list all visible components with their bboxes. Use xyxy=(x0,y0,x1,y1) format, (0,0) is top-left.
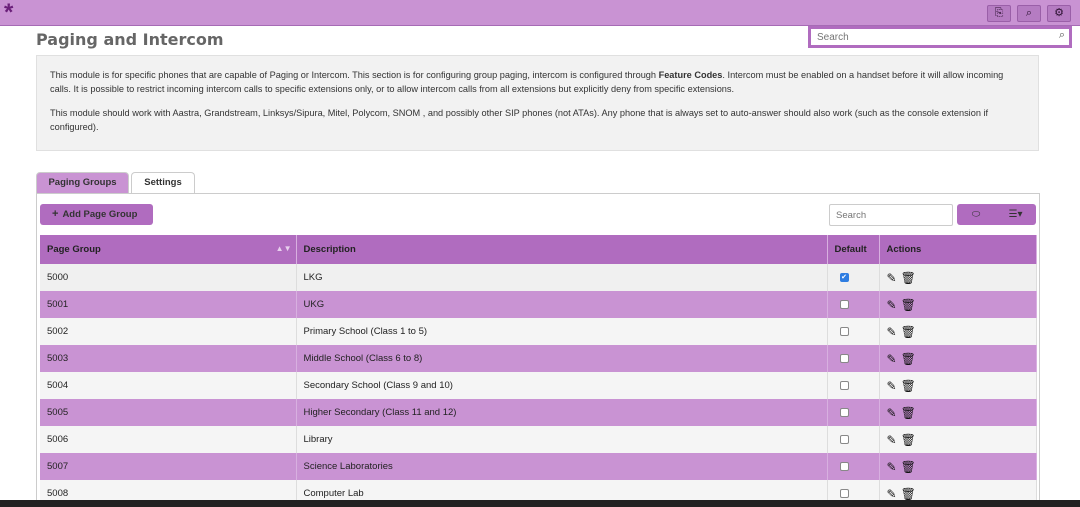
page-group-cell: 5000 xyxy=(40,264,297,291)
table-row: 5007 Science Laboratories ✎ 🗑 xyxy=(40,453,1037,480)
page-group-cell: 5002 xyxy=(40,318,297,345)
description-cell: Science Laboratories xyxy=(296,453,828,480)
top-navbar: * ⎘ ⌕ ⚙ xyxy=(0,0,1080,26)
default-cell xyxy=(827,453,880,480)
add-page-group-button[interactable]: + Add Page Group xyxy=(40,204,153,225)
description-cell: Secondary School (Class 9 and 10) xyxy=(296,372,828,399)
table-row: 5003 Middle School (Class 6 to 8) ✎ 🗑 xyxy=(40,345,1037,372)
description-cell: UKG xyxy=(296,291,828,318)
tab-settings[interactable]: Settings xyxy=(131,172,195,194)
table-row: 5004 Secondary School (Class 9 and 10) ✎ 🗑 xyxy=(40,372,1037,399)
description-paragraph-2: This module should work with Aastra, Gra… xyxy=(50,108,989,132)
default-checkbox[interactable] xyxy=(839,461,849,471)
actions-cell: ✎ 🗑 xyxy=(879,264,1037,291)
tab-paging-groups[interactable]: Paging Groups xyxy=(36,172,129,194)
module-description: This module is for specific phones that … xyxy=(36,55,1039,151)
default-checkbox[interactable] xyxy=(839,488,849,498)
description-cell: Higher Secondary (Class 11 and 12) xyxy=(296,399,828,426)
edit-icon[interactable]: ✎ xyxy=(887,406,897,420)
edit-icon[interactable]: ✎ xyxy=(887,379,897,393)
page-groups-table: Page Group ▲▼ Description Default Actions… xyxy=(40,235,1037,507)
description-cell: Middle School (Class 6 to 8) xyxy=(296,345,828,372)
default-checkbox[interactable] xyxy=(839,380,849,390)
table-header-row: Page Group ▲▼ Description Default Actions xyxy=(40,235,1037,264)
feature-codes-text: Feature Codes xyxy=(658,70,723,80)
search-icon[interactable]: ⌕ xyxy=(1059,29,1065,42)
default-cell xyxy=(827,399,880,426)
actions-cell: ✎ 🗑 xyxy=(879,291,1037,318)
table-row: 5002 Primary School (Class 1 to 5) ✎ 🗑 xyxy=(40,318,1037,345)
trash-icon[interactable]: 🗑 xyxy=(901,352,916,366)
default-checkbox[interactable] xyxy=(839,353,849,363)
page-group-cell: 5005 xyxy=(40,399,297,426)
column-header-actions: Actions xyxy=(879,235,1037,264)
default-checkbox[interactable] xyxy=(839,434,849,444)
trash-icon[interactable]: 🗑 xyxy=(901,298,916,312)
table-row: 5000 LKG ✔ ✎ 🗑 xyxy=(40,264,1037,291)
default-checkbox[interactable] xyxy=(839,407,849,417)
columns-icon[interactable]: ☰▾ xyxy=(995,204,1036,225)
default-checkbox[interactable]: ✔ xyxy=(839,272,849,282)
edit-icon[interactable]: ✎ xyxy=(887,325,897,339)
trash-icon[interactable]: 🗑 xyxy=(901,379,916,393)
gear-icon[interactable]: ⚙ xyxy=(1047,5,1071,22)
column-header-page-group[interactable]: Page Group ▲▼ xyxy=(40,235,297,264)
actions-cell: ✎ 🗑 xyxy=(879,318,1037,345)
global-search: ⌕ xyxy=(808,26,1072,48)
table-row: 5006 Library ✎ 🗑 xyxy=(40,426,1037,453)
default-cell: ✔ xyxy=(827,264,880,291)
table-row: 5001 UKG ✎ 🗑 xyxy=(40,291,1037,318)
toggle-icon[interactable]: ⬭ xyxy=(957,204,995,225)
description-cell: LKG xyxy=(296,264,828,291)
default-cell xyxy=(827,291,880,318)
table-row: 5005 Higher Secondary (Class 11 and 12) ✎ 🗑 xyxy=(40,399,1037,426)
sort-icon[interactable]: ▲▼ xyxy=(276,244,292,253)
default-cell xyxy=(827,426,880,453)
edit-icon[interactable]: ✎ xyxy=(887,487,897,501)
global-search-input[interactable] xyxy=(811,29,1051,45)
edit-icon[interactable]: ✎ xyxy=(887,460,897,474)
description-paragraph-1: This module is for specific phones that … xyxy=(50,70,1004,94)
actions-cell: ✎ 🗑 xyxy=(879,399,1037,426)
actions-cell: ✎ 🗑 xyxy=(879,345,1037,372)
default-cell xyxy=(827,372,880,399)
actions-cell: ✎ 🗑 xyxy=(879,372,1037,399)
trash-icon[interactable]: 🗑 xyxy=(901,271,916,285)
edit-icon[interactable]: ✎ xyxy=(887,433,897,447)
trash-icon[interactable]: 🗑 xyxy=(901,433,916,447)
page-group-cell: 5004 xyxy=(40,372,297,399)
trash-icon[interactable]: 🗑 xyxy=(901,487,916,501)
description-cell: Library xyxy=(296,426,828,453)
plus-icon: + xyxy=(52,208,59,220)
logo-icon[interactable]: * xyxy=(4,1,13,25)
page-title: Paging and Intercom xyxy=(36,30,224,49)
search-icon[interactable]: ⌕ xyxy=(1017,5,1041,22)
page-group-cell: 5007 xyxy=(40,453,297,480)
default-cell xyxy=(827,345,880,372)
page-group-cell: 5006 xyxy=(40,426,297,453)
translate-icon[interactable]: ⎘ xyxy=(987,5,1011,22)
table-search-input[interactable] xyxy=(830,206,948,224)
column-header-default: Default xyxy=(827,235,880,264)
description-cell: Primary School (Class 1 to 5) xyxy=(296,318,828,345)
default-checkbox[interactable] xyxy=(839,326,849,336)
default-cell xyxy=(827,318,880,345)
trash-icon[interactable]: 🗑 xyxy=(901,325,916,339)
edit-icon[interactable]: ✎ xyxy=(887,352,897,366)
actions-cell: ✎ 🗑 xyxy=(879,426,1037,453)
window-bottom-edge xyxy=(0,500,1080,507)
default-checkbox[interactable] xyxy=(839,299,849,309)
table-search xyxy=(829,204,953,226)
column-header-description: Description xyxy=(296,235,828,264)
edit-icon[interactable]: ✎ xyxy=(887,271,897,285)
page-group-cell: 5001 xyxy=(40,291,297,318)
edit-icon[interactable]: ✎ xyxy=(887,298,897,312)
trash-icon[interactable]: 🗑 xyxy=(901,460,916,474)
page-group-cell: 5003 xyxy=(40,345,297,372)
trash-icon[interactable]: 🗑 xyxy=(901,406,916,420)
actions-cell: ✎ 🗑 xyxy=(879,453,1037,480)
